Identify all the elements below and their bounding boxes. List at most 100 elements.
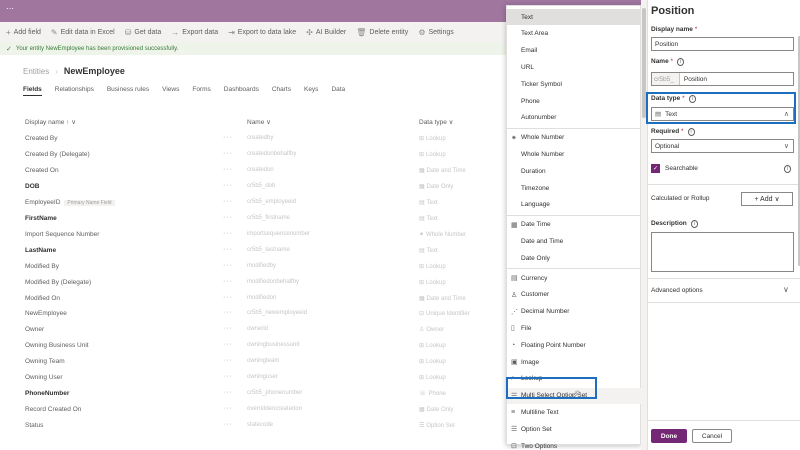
table-row[interactable]: EmployeeID Primary Name Field ··· cr5b5_emp… bbox=[0, 196, 505, 212]
done-button[interactable]: Done bbox=[651, 429, 687, 443]
dropdown-option-text[interactable]: Text bbox=[507, 9, 642, 25]
field-display-name[interactable]: NewEmployee bbox=[25, 310, 67, 317]
field-display-name[interactable]: Created By bbox=[25, 135, 58, 142]
dropdown-option-whole-number[interactable]: ⁕ Whole Number bbox=[507, 130, 642, 146]
command-add-field-button[interactable]: + Add field bbox=[6, 28, 41, 37]
tab-charts[interactable]: Charts bbox=[272, 86, 291, 96]
dropdown-option-duration[interactable]: Duration bbox=[507, 163, 642, 179]
dropdown-option-customer[interactable]: ♙ Customer bbox=[507, 287, 642, 303]
field-display-name[interactable]: Modified On bbox=[25, 295, 60, 302]
dropdown-option-date-and-time[interactable]: Date and Time bbox=[507, 233, 642, 249]
more-options-icon[interactable]: ··· bbox=[223, 309, 233, 316]
more-options-icon[interactable]: ··· bbox=[223, 278, 233, 285]
more-options-icon[interactable]: ··· bbox=[223, 166, 233, 173]
name-field[interactable]: cr5b5_ Position bbox=[651, 72, 794, 86]
breadcrumb-entities-link[interactable]: Entities bbox=[23, 67, 49, 76]
command-edit-data-in-excel-button[interactable]: ✎ Edit data in Excel bbox=[51, 28, 115, 37]
table-row[interactable]: NewEmployee ··· cr5b5_newemployeeid ⊟ Unique… bbox=[0, 307, 505, 323]
more-options-icon[interactable]: ··· bbox=[223, 134, 233, 141]
tab-dashboards[interactable]: Dashboards bbox=[224, 86, 259, 96]
table-row[interactable]: Record Created On ··· overriddencreatedon ▦… bbox=[0, 403, 505, 419]
table-row[interactable]: DOB ··· cr5b5_dob ▦ Date Only bbox=[0, 180, 505, 196]
dropdown-option-whole-number[interactable]: Whole Number bbox=[507, 146, 642, 162]
add-calculated-button[interactable]: + Add ∨ bbox=[741, 192, 793, 206]
more-options-icon[interactable]: ··· bbox=[223, 246, 233, 253]
tab-keys[interactable]: Keys bbox=[304, 86, 318, 96]
dropdown-option-decimal-number[interactable]: ⋰ Decimal Number bbox=[507, 304, 642, 320]
searchable-checkbox[interactable]: ✓ Searchable bbox=[651, 164, 698, 173]
command-settings-button[interactable]: ⚙ Settings bbox=[418, 28, 453, 37]
command-ai-builder-button[interactable]: ✣ AI Builder bbox=[306, 28, 346, 37]
required-select[interactable]: Optional ∨ bbox=[651, 139, 794, 153]
field-display-name[interactable]: Owning Business Unit bbox=[25, 342, 89, 349]
more-options-icon[interactable]: ··· bbox=[223, 214, 233, 221]
tab-business-rules[interactable]: Business rules bbox=[107, 86, 149, 96]
display-name-field[interactable]: Position bbox=[651, 37, 794, 51]
dropdown-option-date-only[interactable]: Date Only bbox=[507, 250, 642, 266]
table-row[interactable]: FirstName ··· cr5b5_firstname ▤ Text bbox=[0, 212, 505, 228]
tab-views[interactable]: Views bbox=[162, 86, 179, 96]
more-options-icon[interactable]: ··· bbox=[223, 294, 233, 301]
field-display-name[interactable]: EmployeeID Primary Name Field bbox=[25, 199, 115, 206]
table-row[interactable]: Owning User ··· owninguser ⊞ Lookup bbox=[0, 371, 505, 387]
field-display-name[interactable]: Created On bbox=[25, 167, 59, 174]
tab-forms[interactable]: Forms bbox=[192, 86, 210, 96]
dropdown-option-two-options[interactable]: ⊡ Two Options bbox=[507, 438, 642, 450]
table-row[interactable]: Owning Business Unit ··· owningbusinessuni… bbox=[0, 339, 505, 355]
info-icon[interactable]: i bbox=[687, 128, 695, 136]
field-display-name[interactable]: Import Sequence Number bbox=[25, 231, 99, 238]
column-header-data-type[interactable]: Data type ∨ bbox=[419, 118, 453, 126]
dropdown-option-file[interactable]: ▯ File bbox=[507, 320, 642, 336]
tab-data[interactable]: Data bbox=[331, 86, 345, 96]
chevron-down-icon[interactable]: ∨ bbox=[783, 285, 789, 294]
cancel-button[interactable]: Cancel bbox=[692, 429, 732, 443]
dropdown-option-phone[interactable]: Phone bbox=[507, 93, 642, 109]
field-display-name[interactable]: PhoneNumber bbox=[25, 390, 69, 397]
field-display-name[interactable]: Owning Team bbox=[25, 358, 65, 365]
table-row[interactable]: Created On ··· createdon ▦ Date and Time bbox=[0, 164, 505, 180]
table-row[interactable]: Status ··· statecode ☰ Option Set bbox=[0, 419, 505, 435]
more-options-icon[interactable]: ··· bbox=[223, 357, 233, 364]
dropdown-option-language[interactable]: Language bbox=[507, 197, 642, 213]
dropdown-option-multiline-text[interactable]: ≡ Multiline Text bbox=[507, 404, 642, 420]
info-icon[interactable]: i bbox=[690, 220, 698, 228]
table-row[interactable]: Created By (Delegate) ··· createdonbehalfb… bbox=[0, 148, 505, 164]
command-export-to-data-lake-button[interactable]: ⇥ Export to data lake bbox=[228, 28, 296, 37]
field-display-name[interactable]: Modified By (Delegate) bbox=[25, 279, 91, 286]
field-display-name[interactable]: LastName bbox=[25, 247, 56, 254]
dropdown-option-image[interactable]: ▣ Image bbox=[507, 354, 642, 370]
column-header-name[interactable]: Name ∨ bbox=[247, 118, 271, 126]
more-options-icon[interactable]: ··· bbox=[223, 198, 233, 205]
table-row[interactable]: Owning Team ··· owningteam ⊞ Lookup bbox=[0, 355, 505, 371]
table-row[interactable]: Modified By (Delegate) ··· modifiedonbehal… bbox=[0, 276, 505, 292]
command-delete-entity-button[interactable]: 🗑 Delete entity bbox=[356, 28, 408, 37]
more-options-icon[interactable]: ··· bbox=[223, 341, 233, 348]
dropdown-option-text-area[interactable]: Text Area bbox=[507, 26, 642, 42]
field-display-name[interactable]: DOB bbox=[25, 183, 39, 190]
table-row[interactable]: Owner ··· ownerid ♙ Owner bbox=[0, 323, 505, 339]
table-row[interactable]: Modified On ··· modifiedon ▦ Date and Time bbox=[0, 292, 505, 308]
field-display-name[interactable]: FirstName bbox=[25, 215, 57, 222]
field-display-name[interactable]: Created By (Delegate) bbox=[25, 151, 90, 158]
more-options-icon[interactable]: ··· bbox=[223, 405, 233, 412]
tab-relationships[interactable]: Relationships bbox=[55, 86, 94, 96]
tab-fields[interactable]: Fields bbox=[23, 86, 42, 96]
dropdown-option-timezone[interactable]: Timezone bbox=[507, 180, 642, 196]
more-options-icon[interactable]: ··· bbox=[223, 262, 233, 269]
field-display-name[interactable]: Status bbox=[25, 422, 43, 429]
field-display-name[interactable]: Owning User bbox=[25, 374, 63, 381]
field-display-name[interactable]: Owner bbox=[25, 326, 44, 333]
table-row[interactable]: Created By ··· createdby ⊞ Lookup bbox=[0, 132, 505, 148]
advanced-options-toggle[interactable]: Advanced options bbox=[651, 287, 703, 294]
dropdown-option-url[interactable]: URL bbox=[507, 59, 642, 75]
command-get-data-button[interactable]: ⛁ Get data bbox=[125, 28, 162, 37]
more-options-icon[interactable]: ··· bbox=[223, 182, 233, 189]
more-options-icon[interactable]: ··· bbox=[223, 389, 233, 396]
dropdown-option-currency[interactable]: ▤ Currency bbox=[507, 270, 642, 286]
command-export-data-button[interactable]: → Export data bbox=[171, 28, 218, 37]
field-display-name[interactable]: Modified By bbox=[25, 263, 59, 270]
table-row[interactable]: Modified By ··· modifiedby ⊞ Lookup bbox=[0, 260, 505, 276]
more-options-icon[interactable]: ··· bbox=[223, 230, 233, 237]
dropdown-option-email[interactable]: Email bbox=[507, 43, 642, 59]
info-icon[interactable]: i bbox=[677, 58, 685, 66]
